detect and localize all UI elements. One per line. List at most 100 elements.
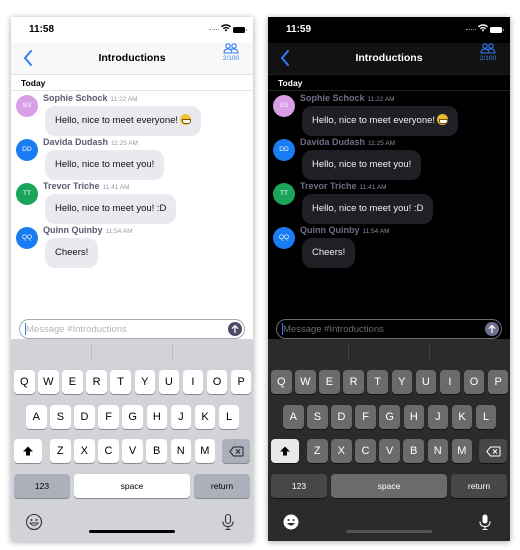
key-z[interactable]: Z <box>307 439 328 463</box>
emoji-icon[interactable] <box>25 513 43 531</box>
key-r[interactable]: R <box>86 370 107 394</box>
key-f[interactable]: F <box>355 404 376 429</box>
avatar[interactable]: TT <box>273 183 295 205</box>
key-n[interactable]: N <box>170 439 191 463</box>
delete-key[interactable] <box>479 439 507 463</box>
message-item: TT Trevor Triche 11:41 AM Hello, nice to … <box>11 181 253 225</box>
avatar[interactable]: QQ <box>16 227 38 249</box>
emoji-icon[interactable] <box>282 513 300 531</box>
avatar[interactable]: SS <box>16 95 38 117</box>
key-o[interactable]: O <box>463 370 485 394</box>
key-p[interactable]: P <box>230 370 252 394</box>
delete-key[interactable] <box>222 439 250 463</box>
key-y[interactable]: Y <box>134 370 155 394</box>
key-e[interactable]: E <box>319 370 340 394</box>
key-c[interactable]: C <box>98 439 119 463</box>
key-u[interactable]: U <box>158 370 180 394</box>
key-x[interactable]: X <box>331 439 352 463</box>
key-p[interactable]: P <box>487 370 509 394</box>
key-v[interactable]: V <box>122 439 143 463</box>
send-button[interactable] <box>228 322 242 336</box>
key-b[interactable]: B <box>146 439 167 463</box>
key-n[interactable]: N <box>427 439 448 463</box>
members-button[interactable]: 2/100 <box>474 43 502 71</box>
avatar[interactable]: SS <box>273 95 295 117</box>
space-key[interactable]: space <box>331 473 447 498</box>
key-f[interactable]: F <box>98 404 119 429</box>
key-w[interactable]: W <box>295 370 316 394</box>
key-d[interactable]: D <box>331 404 352 429</box>
microphone-icon[interactable] <box>219 513 237 531</box>
key-i[interactable]: I <box>439 370 461 394</box>
key-m[interactable]: M <box>451 439 473 463</box>
avatar[interactable]: DD <box>273 139 295 161</box>
numbers-key[interactable]: 123 <box>14 473 70 498</box>
message-bubble[interactable]: Hello, nice to meet you! :D <box>302 194 434 224</box>
space-key[interactable]: space <box>74 473 190 498</box>
sender-name-text: Trevor Triche <box>43 181 100 191</box>
key-x[interactable]: X <box>74 439 95 463</box>
return-key[interactable]: return <box>194 473 250 498</box>
sender-name[interactable]: Quinn Quinby 11:54 AM <box>43 225 132 235</box>
message-bubble[interactable]: Hello, nice to meet you! :D <box>45 194 177 224</box>
key-b[interactable]: B <box>403 439 424 463</box>
key-o[interactable]: O <box>206 370 228 394</box>
key-j[interactable]: J <box>170 404 192 429</box>
key-z[interactable]: Z <box>50 439 71 463</box>
key-c[interactable]: C <box>355 439 376 463</box>
return-key[interactable]: return <box>451 473 507 498</box>
key-s[interactable]: S <box>307 404 328 429</box>
key-t[interactable]: T <box>367 370 388 394</box>
key-a[interactable]: A <box>26 404 47 429</box>
message-input[interactable] <box>26 322 216 336</box>
numbers-key[interactable]: 123 <box>271 473 327 498</box>
key-g[interactable]: G <box>379 404 400 429</box>
message-bubble[interactable]: Hello, nice to meet everyone! <box>302 106 459 136</box>
key-d[interactable]: D <box>74 404 95 429</box>
key-e[interactable]: E <box>62 370 83 394</box>
key-k[interactable]: K <box>194 404 216 429</box>
message-bubble[interactable]: Cheers! <box>302 238 356 268</box>
avatar[interactable]: DD <box>16 139 38 161</box>
message-bubble[interactable]: Cheers! <box>45 238 99 268</box>
sender-name[interactable]: Davida Dudash 11:25 AM <box>300 137 395 147</box>
sender-name[interactable]: Sophie Schock 11:22 AM <box>43 93 138 103</box>
key-q[interactable]: Q <box>271 370 292 394</box>
key-u[interactable]: U <box>415 370 437 394</box>
key-a[interactable]: A <box>283 404 304 429</box>
key-m[interactable]: M <box>194 439 216 463</box>
key-y[interactable]: Y <box>391 370 412 394</box>
key-t[interactable]: T <box>110 370 131 394</box>
sender-name[interactable]: Davida Dudash 11:25 AM <box>43 137 138 147</box>
key-g[interactable]: G <box>122 404 143 429</box>
key-w[interactable]: W <box>38 370 59 394</box>
send-button[interactable] <box>485 322 499 336</box>
key-h[interactable]: H <box>403 404 425 429</box>
sender-name[interactable]: Quinn Quinby 11:54 AM <box>300 225 389 235</box>
key-j[interactable]: J <box>427 404 449 429</box>
key-l[interactable]: L <box>475 404 497 429</box>
avatar[interactable]: QQ <box>273 227 295 249</box>
message-bubble[interactable]: Hello, nice to meet everyone! <box>45 106 202 136</box>
members-button[interactable]: 2/100 <box>217 43 245 71</box>
shift-key[interactable] <box>271 439 299 463</box>
sender-name[interactable]: Trevor Triche 11:41 AM <box>43 181 130 191</box>
key-l[interactable]: L <box>218 404 240 429</box>
key-h[interactable]: H <box>146 404 168 429</box>
sender-name[interactable]: Trevor Triche 11:41 AM <box>300 181 387 191</box>
message-bubble[interactable]: Hello, nice to meet you! <box>45 150 165 180</box>
message-bubble[interactable]: Hello, nice to meet you! <box>302 150 422 180</box>
key-k[interactable]: K <box>451 404 473 429</box>
avatar[interactable]: TT <box>16 183 38 205</box>
message-input[interactable] <box>283 322 473 336</box>
key-v[interactable]: V <box>379 439 400 463</box>
member-count: 2/100 <box>479 55 497 62</box>
key-s[interactable]: S <box>50 404 71 429</box>
microphone-icon[interactable] <box>476 513 494 531</box>
key-r[interactable]: R <box>343 370 364 394</box>
key-i[interactable]: I <box>182 370 204 394</box>
key-q[interactable]: Q <box>14 370 35 394</box>
shift-key[interactable] <box>14 439 42 463</box>
sender-name[interactable]: Sophie Schock 11:22 AM <box>300 93 395 103</box>
keyboard: Q W E R T Y U I O P A S D F G H J K L Z X C V B N M 123 space return <box>11 339 253 541</box>
